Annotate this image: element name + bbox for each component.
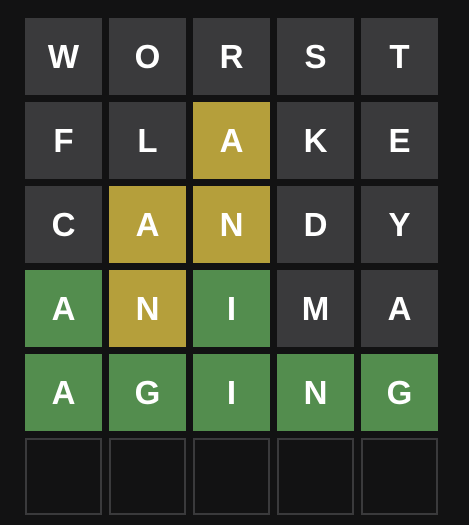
letter-tile-absent: K [277,102,354,179]
letter-tile-empty [193,438,270,515]
letter-tile-absent: O [109,18,186,95]
letter-tile-present: N [109,270,186,347]
letter-tile-empty [361,438,438,515]
letter-tile-absent: R [193,18,270,95]
letter-tile-absent: A [361,270,438,347]
letter-tile-absent: M [277,270,354,347]
letter-tile-absent: W [25,18,102,95]
letter-tile-absent: L [109,102,186,179]
letter-tile-correct: G [109,354,186,431]
letter-tile-correct: A [25,354,102,431]
letter-tile-empty [277,438,354,515]
letter-tile-absent: D [277,186,354,263]
letter-tile-absent: C [25,186,102,263]
letter-tile-absent: F [25,102,102,179]
letter-tile-absent: E [361,102,438,179]
letter-tile-absent: T [361,18,438,95]
letter-tile-empty [25,438,102,515]
game-board: WORSTFLAKECANDYANIMAAGING [25,18,438,515]
letter-tile-present: N [193,186,270,263]
letter-tile-present: A [193,102,270,179]
letter-tile-correct: G [361,354,438,431]
letter-tile-correct: I [193,270,270,347]
letter-tile-absent: Y [361,186,438,263]
letter-tile-present: A [109,186,186,263]
letter-tile-correct: A [25,270,102,347]
letter-tile-absent: S [277,18,354,95]
letter-tile-correct: I [193,354,270,431]
letter-tile-empty [109,438,186,515]
letter-tile-correct: N [277,354,354,431]
